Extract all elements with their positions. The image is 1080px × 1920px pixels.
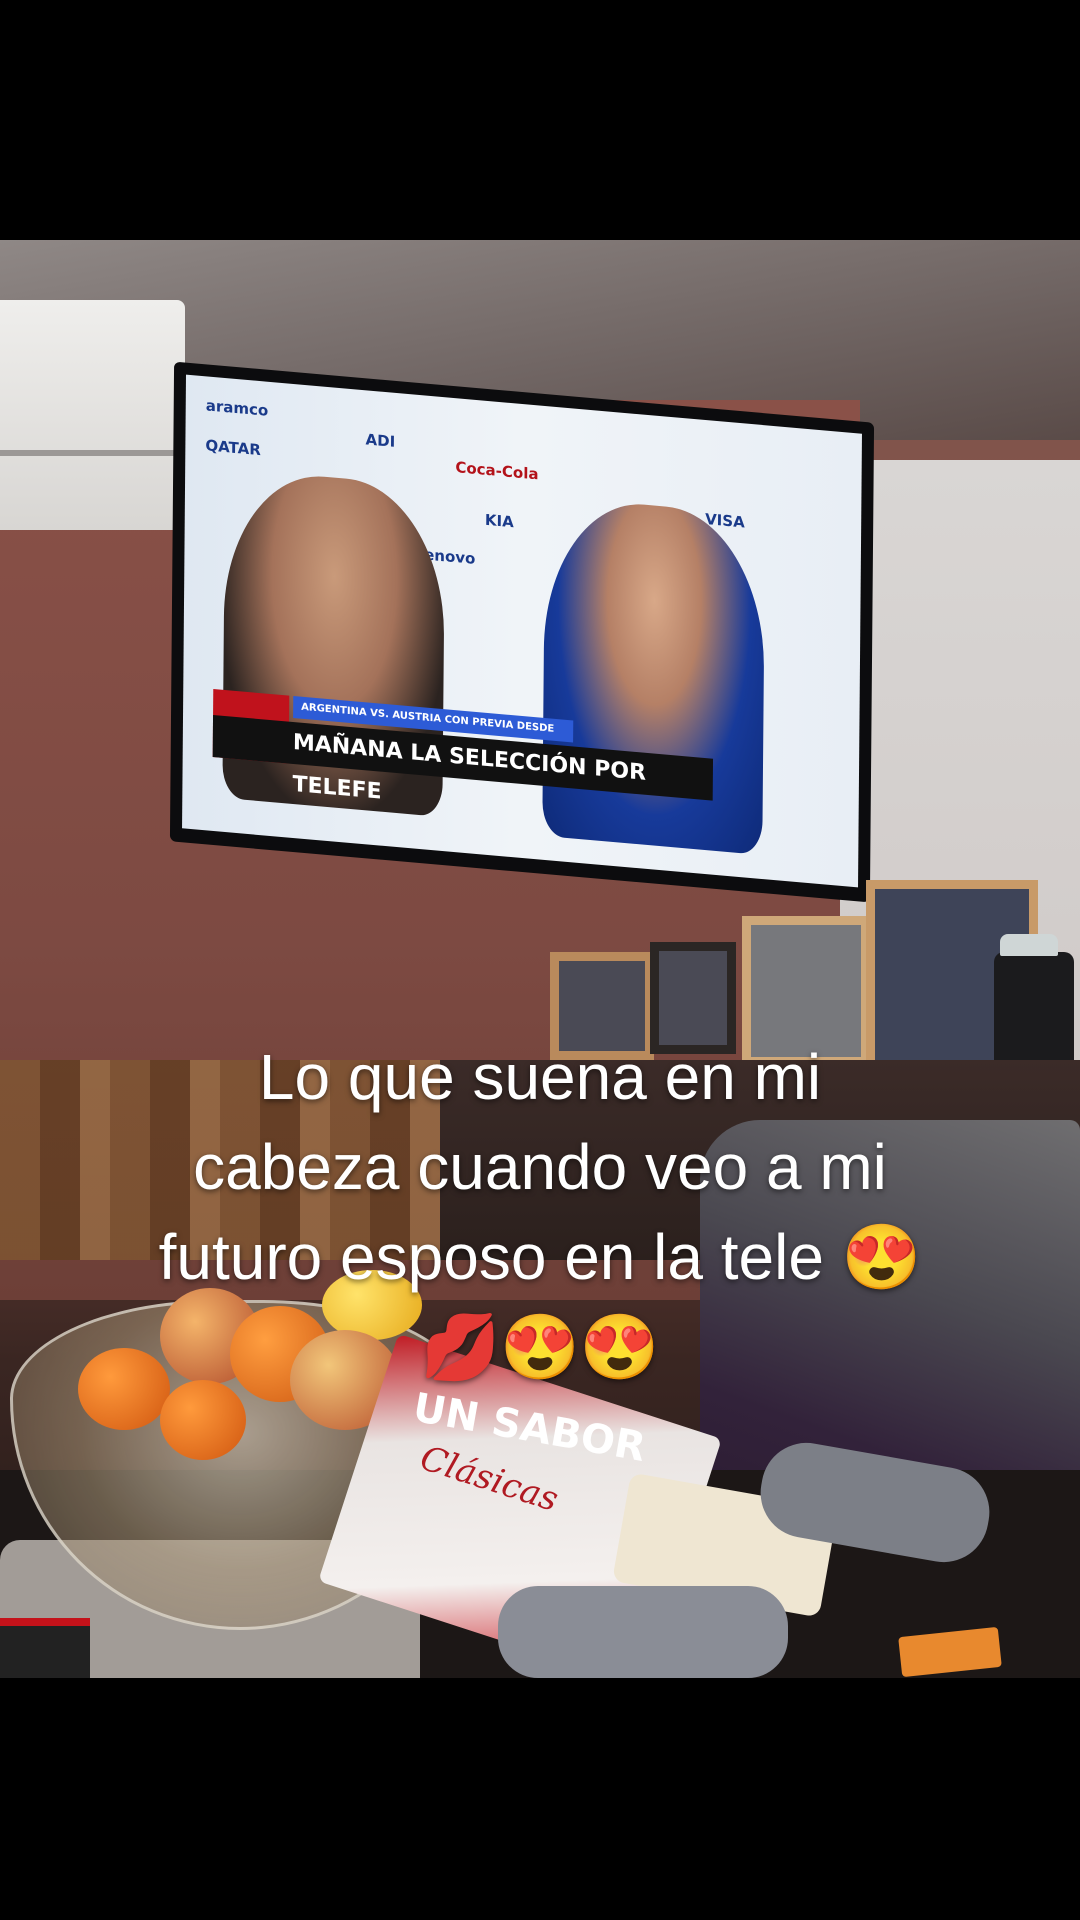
- tv-sponsor: KIA: [484, 510, 514, 532]
- top-letterbox: [0, 0, 1080, 240]
- tv-sponsor: QATAR: [205, 436, 261, 460]
- tv-sponsor: ADI: [365, 430, 396, 451]
- caption-line-4: 💋😍😍: [420, 1311, 660, 1383]
- bottom-letterbox: [0, 1678, 1080, 1920]
- glasses-case: [498, 1586, 788, 1678]
- tv-sponsor: Coca-Cola: [455, 458, 539, 484]
- tv-screen: aramco QATAR ADI Coca-Cola KIA Lenovo VI…: [182, 374, 862, 888]
- box-corner: [0, 1618, 90, 1678]
- air-conditioner: [0, 300, 185, 530]
- caption-line-1: Lo que suena en mi: [258, 1041, 822, 1113]
- television: aramco QATAR ADI Coca-Cola KIA Lenovo VI…: [169, 361, 875, 903]
- caption-overlay: Lo que suena en mi cabeza cuando veo a m…: [30, 1032, 1050, 1392]
- caption-line-3: futuro esposo en la tele 😍: [158, 1221, 922, 1293]
- orange: [160, 1380, 246, 1460]
- player: [542, 496, 766, 856]
- tv-sponsor: aramco: [205, 396, 269, 420]
- caption-line-2: cabeza cuando veo a mi: [193, 1131, 887, 1203]
